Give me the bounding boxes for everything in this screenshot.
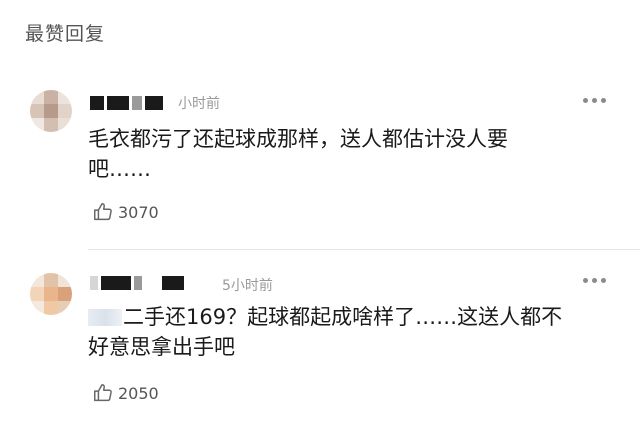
- comment-text-line: 毛衣都污了还起球成那样，送人都估计没人要: [88, 127, 508, 151]
- avatar[interactable]: [30, 273, 72, 315]
- username-redacted[interactable]: [90, 274, 184, 292]
- like-count: 3070: [118, 202, 159, 222]
- comment-time: 小时前: [178, 96, 220, 112]
- comment-text-line: 二手还169？起球都起成啥样了……这送人都不: [88, 302, 608, 332]
- like-count: 2050: [118, 383, 159, 403]
- thumbs-up-icon: [94, 384, 112, 402]
- section-title: 最赞回复: [25, 23, 106, 45]
- comment-text: 毛衣都污了还起球成那样，送人都估计没人要 吧……: [88, 124, 608, 184]
- username-redacted[interactable]: [90, 94, 163, 112]
- thumbs-up-icon: [94, 203, 112, 221]
- like-button[interactable]: 3070: [92, 201, 159, 223]
- avatar[interactable]: [30, 90, 72, 132]
- comment-item: 5小时前 二手还169？起球都起成啥样了……这送人都不 好意思拿出手吧 2050: [0, 268, 640, 426]
- comment-text: 二手还169？起球都起成啥样了……这送人都不 好意思拿出手吧: [88, 302, 608, 362]
- comment-text-line: 好意思拿出手吧: [88, 335, 235, 359]
- comment-item: 小时前 毛衣都污了还起球成那样，送人都估计没人要 吧…… 3070: [0, 88, 640, 250]
- comment-text-line: 吧……: [88, 157, 151, 181]
- divider: [88, 249, 640, 250]
- more-dots-icon[interactable]: [583, 98, 606, 103]
- comment-time: 5小时前: [222, 278, 273, 294]
- more-dots-icon[interactable]: [583, 278, 606, 283]
- comment-text-content: 二手还169？起球都起成啥样了……这送人都不: [123, 305, 563, 329]
- redacted-mention: [88, 309, 122, 326]
- like-button[interactable]: 2050: [92, 382, 159, 404]
